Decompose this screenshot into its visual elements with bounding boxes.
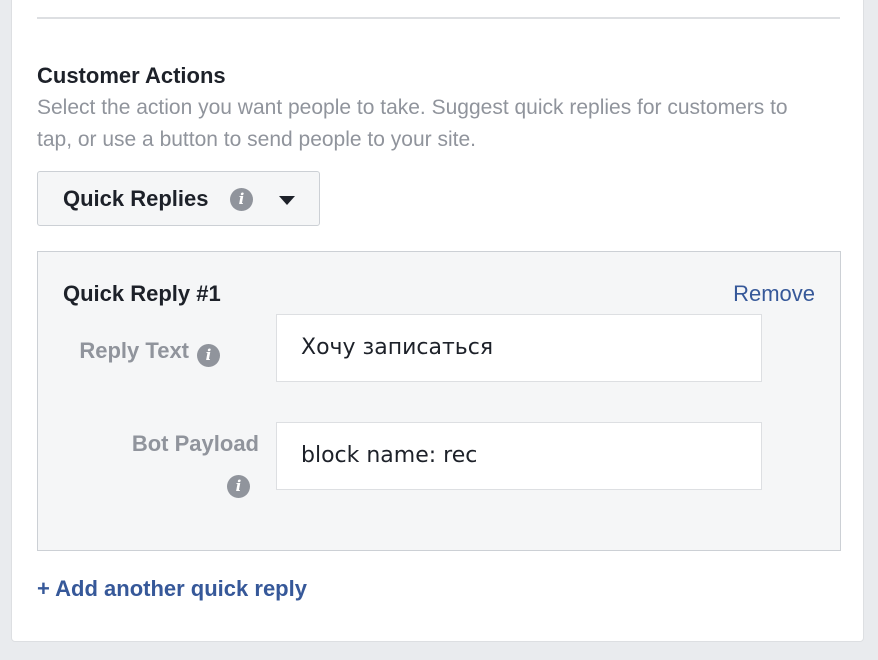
quick-reply-panel: Quick Reply #1 Remove Reply Text i Хочу з… [37, 251, 841, 551]
remove-quick-reply-link[interactable]: Remove [733, 281, 815, 307]
dropdown-selected-label: Quick Replies [63, 186, 209, 211]
customer-actions-card: Customer Actions Select the action you w… [11, 0, 864, 642]
quick-reply-title: Quick Reply #1 [63, 281, 221, 306]
action-type-dropdown[interactable]: Quick Replies i [37, 171, 320, 226]
reply-text-input[interactable]: Хочу записаться [276, 314, 762, 382]
info-icon[interactable]: i [197, 344, 220, 367]
info-icon[interactable]: i [230, 188, 253, 211]
section-title: Customer Actions [37, 63, 226, 88]
section-description: Select the action you want people to tak… [37, 96, 788, 151]
add-quick-reply-link[interactable]: + Add another quick reply [37, 576, 307, 602]
info-icon[interactable]: i [227, 475, 250, 498]
section-divider [37, 17, 840, 19]
chevron-down-icon [279, 196, 295, 205]
bot-payload-label: Bot Payload [131, 431, 259, 456]
reply-text-label: Reply Text i [79, 336, 220, 367]
reply-text-label-text: Reply Text [79, 338, 189, 363]
bot-payload-input[interactable]: block name: rec [276, 422, 762, 490]
